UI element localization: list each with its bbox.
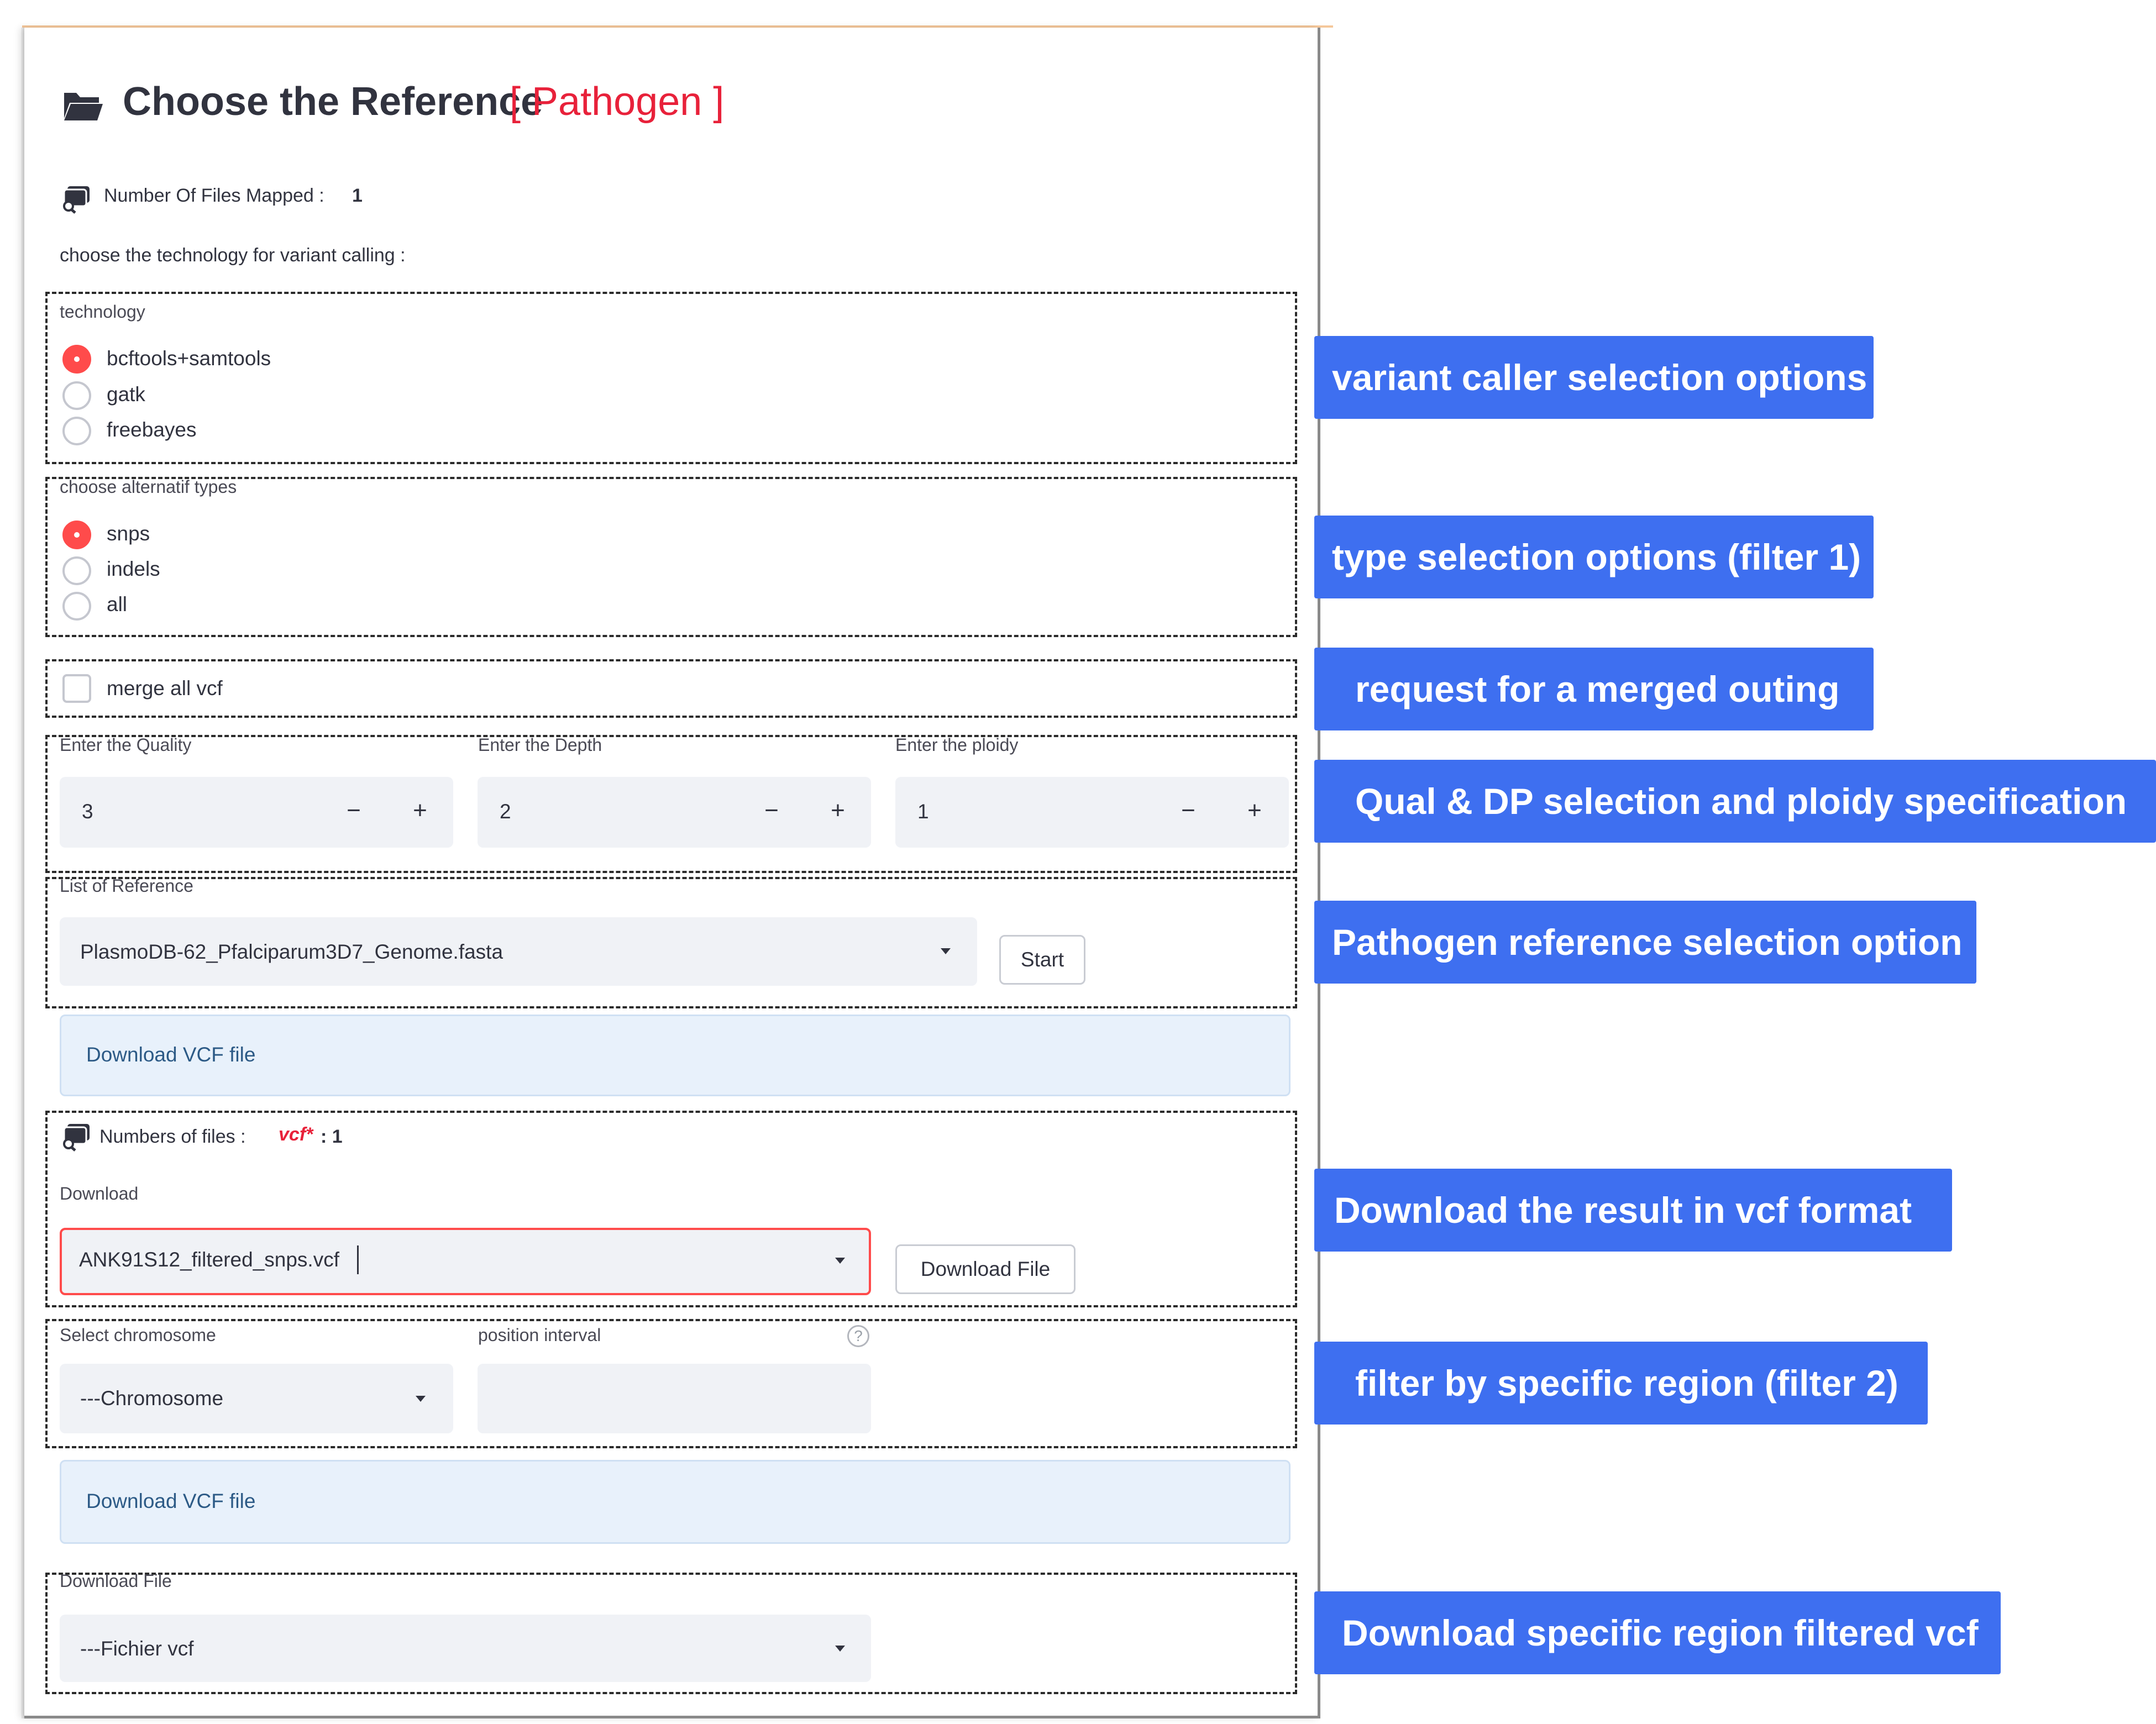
quality-input[interactable] xyxy=(60,777,453,848)
technology-label: technology xyxy=(60,302,145,322)
mapped-files-label: Number Of Files Mapped : xyxy=(104,185,324,206)
page-title-accent: [ Pathogen ] xyxy=(510,80,725,124)
vcf-file-chevron-down-icon xyxy=(835,1258,845,1264)
merge-label: merge all vcf xyxy=(107,677,223,700)
annotation-region-filter: filter by specific region (filter 2) xyxy=(1314,1342,1928,1425)
option-indels-label: indels xyxy=(107,558,160,580)
download-file-button[interactable]: Download File xyxy=(895,1244,1076,1294)
annotation-variant-caller: variant caller selection options xyxy=(1314,336,1874,419)
reference-chevron-down-icon xyxy=(941,948,951,954)
files-vcf-label: vcf* xyxy=(279,1124,313,1145)
mapped-files-count: 1 xyxy=(352,185,363,206)
ploidy-decrement-button[interactable]: − xyxy=(1172,797,1205,824)
option-snps-label: snps xyxy=(107,522,150,545)
option-freebayes-label: freebayes xyxy=(107,418,197,441)
interval-label: position interval xyxy=(478,1325,601,1345)
start-button[interactable]: Start xyxy=(999,935,1085,985)
quality-label: Enter the Quality xyxy=(60,735,192,755)
depth-input[interactable] xyxy=(478,777,871,848)
download-vcf-link-2[interactable]: Download VCF file xyxy=(86,1490,255,1513)
quality-increment-button[interactable]: + xyxy=(403,797,437,824)
download-file-label: Download File xyxy=(60,1571,172,1591)
technology-group xyxy=(45,292,1297,464)
annotation-reference-selection: Pathogen reference selection option xyxy=(1314,901,1976,984)
page-title: Choose the Reference xyxy=(123,80,543,124)
download-label: Download xyxy=(60,1184,139,1203)
alt-types-label: choose alternatif types xyxy=(60,477,237,497)
app-canvas: Choose the Reference [ Pathogen ] Number… xyxy=(0,0,2156,1724)
folder-open-icon xyxy=(64,93,103,120)
annotation-qual-dp-ploidy: Qual & DP selection and ploidy specifica… xyxy=(1314,760,2156,843)
radio-snps[interactable] xyxy=(62,521,91,549)
chromosome-chevron-down-icon xyxy=(416,1396,426,1402)
quality-decrement-button[interactable]: − xyxy=(337,797,370,824)
annotation-download-region-vcf: Download specific region filtered vcf xyxy=(1314,1591,2001,1674)
files-count-label: Numbers of files : xyxy=(99,1126,246,1147)
option-bcftools-label: bcftools+samtools xyxy=(107,347,271,370)
depth-label: Enter the Depth xyxy=(478,735,602,755)
merge-checkbox[interactable] xyxy=(62,674,91,703)
ploidy-label: Enter the ploidy xyxy=(895,735,1019,755)
text-cursor xyxy=(357,1245,359,1274)
vcf-region-chevron-down-icon xyxy=(835,1646,845,1652)
ploidy-input[interactable] xyxy=(895,777,1289,848)
alt-types-group xyxy=(45,477,1297,637)
chromosome-selected: ---Chromosome xyxy=(80,1387,224,1410)
download-vcf-link-1[interactable]: Download VCF file xyxy=(86,1043,255,1066)
reference-selected-value: PlasmoDB-62_Pfalciparum3D7_Genome.fasta xyxy=(80,940,503,963)
ploidy-increment-button[interactable]: + xyxy=(1238,797,1271,824)
files-search-icon-2 xyxy=(63,1124,90,1152)
vcf-region-file-selected: ---Fichier vcf xyxy=(80,1637,194,1660)
option-all-label: all xyxy=(107,593,128,616)
technology-prompt: choose the technology for variant callin… xyxy=(60,245,406,266)
depth-decrement-button[interactable]: − xyxy=(755,797,788,824)
help-icon[interactable]: ? xyxy=(847,1325,869,1347)
radio-gatk[interactable] xyxy=(62,381,91,410)
annotation-merged-outing: request for a merged outing xyxy=(1314,648,1874,730)
ploidy-value: 1 xyxy=(917,800,929,823)
option-gatk-label: gatk xyxy=(107,383,145,406)
chromosome-label: Select chromosome xyxy=(60,1325,216,1345)
files-search-icon xyxy=(63,186,90,214)
depth-increment-button[interactable]: + xyxy=(821,797,854,824)
annotation-download-vcf: Download the result in vcf format xyxy=(1314,1169,1952,1252)
reference-label: List of Reference xyxy=(60,876,193,896)
vcf-file-selected: ANK91S12_filtered_snps.vcf xyxy=(79,1248,339,1271)
radio-freebayes[interactable] xyxy=(62,417,91,445)
radio-all[interactable] xyxy=(62,592,91,621)
depth-value: 2 xyxy=(500,800,511,823)
quality-value: 3 xyxy=(82,800,93,823)
merge-group xyxy=(45,659,1297,718)
radio-indels[interactable] xyxy=(62,556,91,585)
annotation-type-selection: type selection options (filter 1) xyxy=(1314,516,1874,598)
radio-bcftools[interactable] xyxy=(62,345,91,374)
files-count-value: : 1 xyxy=(321,1126,343,1147)
interval-input[interactable] xyxy=(478,1364,871,1433)
